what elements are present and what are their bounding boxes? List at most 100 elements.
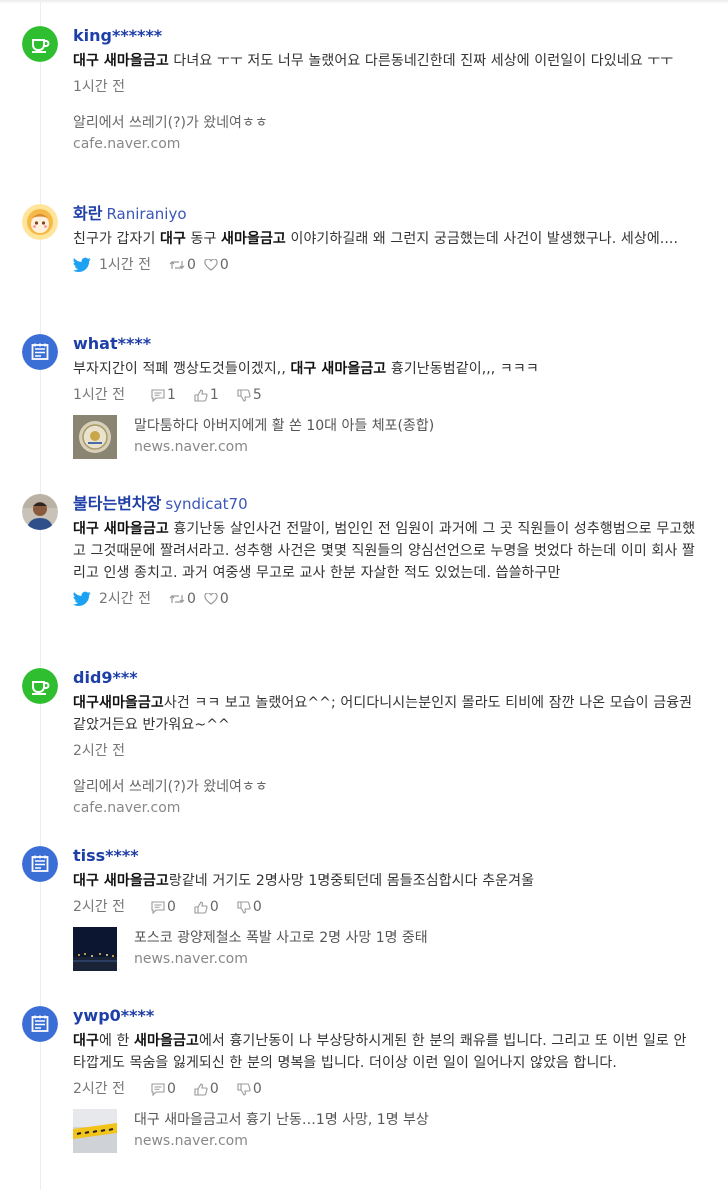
thumbs-up-value: 1 <box>209 387 219 403</box>
news-title[interactable]: 포스코 광양제철소 폭발 사고로 2명 사망 1명 중태 <box>134 928 428 949</box>
post-time: 2시간 전 <box>73 899 125 915</box>
post-time: 1시간 전 <box>73 79 125 95</box>
retweet-count[interactable]: 0 <box>169 255 196 275</box>
comment-value: 0 <box>167 1081 176 1097</box>
post-text[interactable]: 대구 새마을금고 다녀요 ㅜㅜ 저도 너무 놀랬어요 다른동네긴한데 진짜 세상… <box>73 50 698 72</box>
post-text[interactable]: 대구 새마을금고 흉기난동 살인사건 전말이, 범인인 전 임원이 과거에 그 … <box>73 518 698 584</box>
post-text[interactable]: 부자지간이 적폐 깽상도것들이겠지,, 대구 새마을금고 흉기난동범같이,,, … <box>73 358 698 380</box>
news-thumbnail-police-emblem[interactable] <box>73 415 117 459</box>
cartoon-avatar[interactable] <box>22 204 58 240</box>
cafe-icon[interactable] <box>22 668 58 704</box>
author-line: king****** <box>73 26 698 46</box>
post-text-segment: 동구 <box>185 231 222 247</box>
author-line: ywp0**** <box>73 1006 698 1026</box>
source-link[interactable]: 알리에서 쓰레기(?)가 왔네여ㅎㅎ cafe.naver.com <box>73 777 698 819</box>
post-time: 1시간 전 <box>73 387 125 403</box>
post-text-segment: 사건 ㅋㅋ 보고 놀랬어요^^; 어디다니시는분인지 몰라도 티비에 잠깐 나온… <box>73 695 693 733</box>
news-thumbnail-police-tape[interactable] <box>73 1109 117 1153</box>
author-name[interactable]: king****** <box>73 26 162 45</box>
news-url: news.naver.com <box>134 439 248 455</box>
post-text-segment: 흉기난동범같이,,, ㅋㅋㅋ <box>386 361 539 377</box>
post-time: 2시간 전 <box>73 1081 125 1097</box>
author-handle[interactable]: Raniraniyo <box>106 205 186 223</box>
keyword-highlight: 새마을금고 <box>134 1033 199 1049</box>
like-count[interactable]: 0 <box>204 255 229 275</box>
twitter-icon <box>73 257 91 273</box>
author-name[interactable]: tiss**** <box>73 846 139 865</box>
post-text-segment: 이야기하길래 왜 그런지 궁금했는데 사건이 발생했구나. 세상에.... <box>285 231 679 247</box>
keyword-highlight: 대구 <box>159 231 186 247</box>
post-meta: 1시간 전 <box>73 77 698 97</box>
comment-count[interactable]: 0 <box>151 1079 176 1099</box>
twitter-icon <box>73 591 91 607</box>
thumbs-down-icon <box>237 1082 251 1096</box>
post-text[interactable]: 대구 새마을금고랑같네 거기도 2명사망 1명중퇴던데 몸들조심합시다 추운겨울 <box>73 870 698 892</box>
news-title[interactable]: 대구 새마을금고서 흉기 난동…1명 사망, 1명 부상 <box>134 1110 429 1131</box>
keyword-highlight: 새마을금고 <box>221 231 286 247</box>
keyword-highlight: 대구새마을금고 <box>73 695 164 711</box>
thumbs-up-value: 0 <box>209 899 219 915</box>
source-url: cafe.naver.com <box>73 800 181 816</box>
author-name[interactable]: did9*** <box>73 668 138 687</box>
keyword-highlight: 대구 <box>73 1033 99 1049</box>
heart-icon <box>204 259 218 271</box>
post-meta: 1시간 전 1 1 5 <box>73 385 698 405</box>
author-name[interactable]: what**** <box>73 334 151 353</box>
news-title[interactable]: 말다툼하다 아버지에게 활 쏜 10대 아들 체포(종합) <box>134 416 434 437</box>
author-line: did9*** <box>73 668 698 688</box>
thumbs-down-icon <box>237 388 251 402</box>
thumbs-up-count[interactable]: 1 <box>194 385 219 405</box>
news-url: news.naver.com <box>134 951 248 967</box>
thumbs-down-value: 0 <box>252 1081 262 1097</box>
post-meta: 1시간 전 0 0 <box>73 255 698 275</box>
post-time: 1시간 전 <box>99 257 151 273</box>
retweet-icon <box>169 261 185 269</box>
thumbs-down-value: 0 <box>252 899 262 915</box>
thumbs-up-icon <box>194 1082 208 1096</box>
retweet-count[interactable]: 0 <box>169 589 196 609</box>
top-divider <box>0 0 728 4</box>
thumbs-up-value: 0 <box>209 1081 219 1097</box>
news-thumbnail-night-factory[interactable] <box>73 927 117 971</box>
thumbs-up-count[interactable]: 0 <box>194 1079 219 1099</box>
thumbs-down-count[interactable]: 5 <box>237 385 262 405</box>
like-count[interactable]: 0 <box>204 589 229 609</box>
author-handle[interactable]: syndicat70 <box>165 495 247 513</box>
author-line: 불타는변차장 syndicat70 <box>73 494 698 514</box>
post-meta: 2시간 전 0 0 <box>73 589 698 609</box>
keyword-highlight: 대구 새마을금고 <box>73 873 169 889</box>
comment-count[interactable]: 0 <box>151 897 176 917</box>
comment-icon <box>151 1082 165 1096</box>
retweet-value: 0 <box>187 591 196 607</box>
thumbs-down-count[interactable]: 0 <box>237 1079 262 1099</box>
photo-avatar[interactable] <box>22 494 58 530</box>
heart-icon <box>204 593 218 605</box>
author-line: tiss**** <box>73 846 698 866</box>
author-name[interactable]: 화란 <box>73 204 102 223</box>
comment-value: 0 <box>167 899 176 915</box>
post-text[interactable]: 대구에 한 새마을금고에서 흉기난동이 나 부상당하시게된 한 분의 쾌유를 빕… <box>73 1030 698 1074</box>
post-time: 2시간 전 <box>99 591 151 607</box>
blog-icon[interactable] <box>22 334 58 370</box>
comment-icon <box>151 900 165 914</box>
news-url: news.naver.com <box>134 1133 248 1149</box>
thumbs-up-count[interactable]: 0 <box>194 897 219 917</box>
source-url: cafe.naver.com <box>73 136 181 152</box>
news-link[interactable]: 말다툼하다 아버지에게 활 쏜 10대 아들 체포(종합) news.naver… <box>73 415 698 459</box>
source-title[interactable]: 알리에서 쓰레기(?)가 왔네여ㅎㅎ <box>73 777 698 798</box>
post-text-segment: 에 한 <box>98 1033 135 1049</box>
source-link[interactable]: 알리에서 쓰레기(?)가 왔네여ㅎㅎ cafe.naver.com <box>73 113 698 155</box>
news-link[interactable]: 포스코 광양제철소 폭발 사고로 2명 사망 1명 중태 news.naver.… <box>73 927 698 971</box>
blog-icon[interactable] <box>22 1006 58 1042</box>
comment-count[interactable]: 1 <box>151 385 176 405</box>
author-name[interactable]: ywp0**** <box>73 1006 154 1025</box>
news-link[interactable]: 대구 새마을금고서 흉기 난동…1명 사망, 1명 부상 news.naver.… <box>73 1109 698 1153</box>
thumbs-down-count[interactable]: 0 <box>237 897 262 917</box>
blog-icon[interactable] <box>22 846 58 882</box>
author-name[interactable]: 불타는변차장 <box>73 494 161 513</box>
keyword-highlight: 대구 새마을금고 <box>73 53 169 69</box>
source-title[interactable]: 알리에서 쓰레기(?)가 왔네여ㅎㅎ <box>73 113 698 134</box>
post-text[interactable]: 대구새마을금고사건 ㅋㅋ 보고 놀랬어요^^; 어디다니시는분인지 몰라도 티비… <box>73 692 698 736</box>
post-text[interactable]: 친구가 갑자기 대구 동구 새마을금고 이야기하길래 왜 그런지 궁금했는데 사… <box>73 228 698 250</box>
cafe-icon[interactable] <box>22 26 58 62</box>
